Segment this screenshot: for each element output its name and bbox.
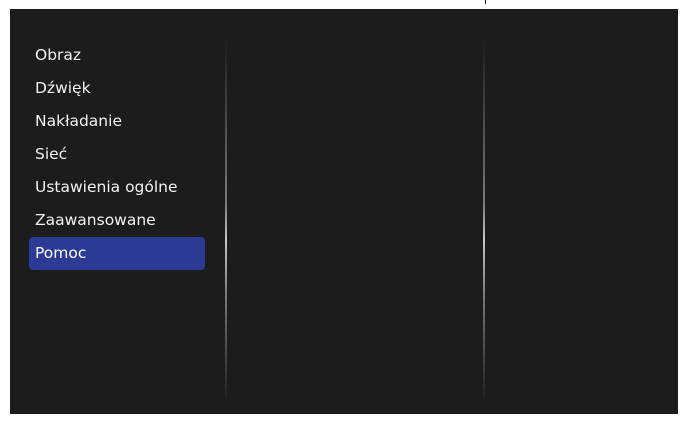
osd-menu-screen: Obraz Dźwięk Nakładanie Sieć Ustawienia … <box>10 9 678 414</box>
menu-item-nakladanie[interactable]: Nakładanie <box>29 105 205 138</box>
menu-item-dzwiek[interactable]: Dźwięk <box>29 72 205 105</box>
menu-item-obraz[interactable]: Obraz <box>29 39 205 72</box>
column-divider-left <box>225 39 227 404</box>
menu-item-ustawienia-ogolne[interactable]: Ustawienia ogólne <box>29 171 205 204</box>
menu-item-pomoc[interactable]: Pomoc <box>29 237 205 270</box>
menu-item-zaawansowane[interactable]: Zaawansowane <box>29 204 205 237</box>
main-menu: Obraz Dźwięk Nakładanie Sieć Ustawienia … <box>29 39 205 270</box>
top-marker <box>485 0 486 4</box>
menu-item-siec[interactable]: Sieć <box>29 138 205 171</box>
column-divider-right <box>483 39 485 404</box>
